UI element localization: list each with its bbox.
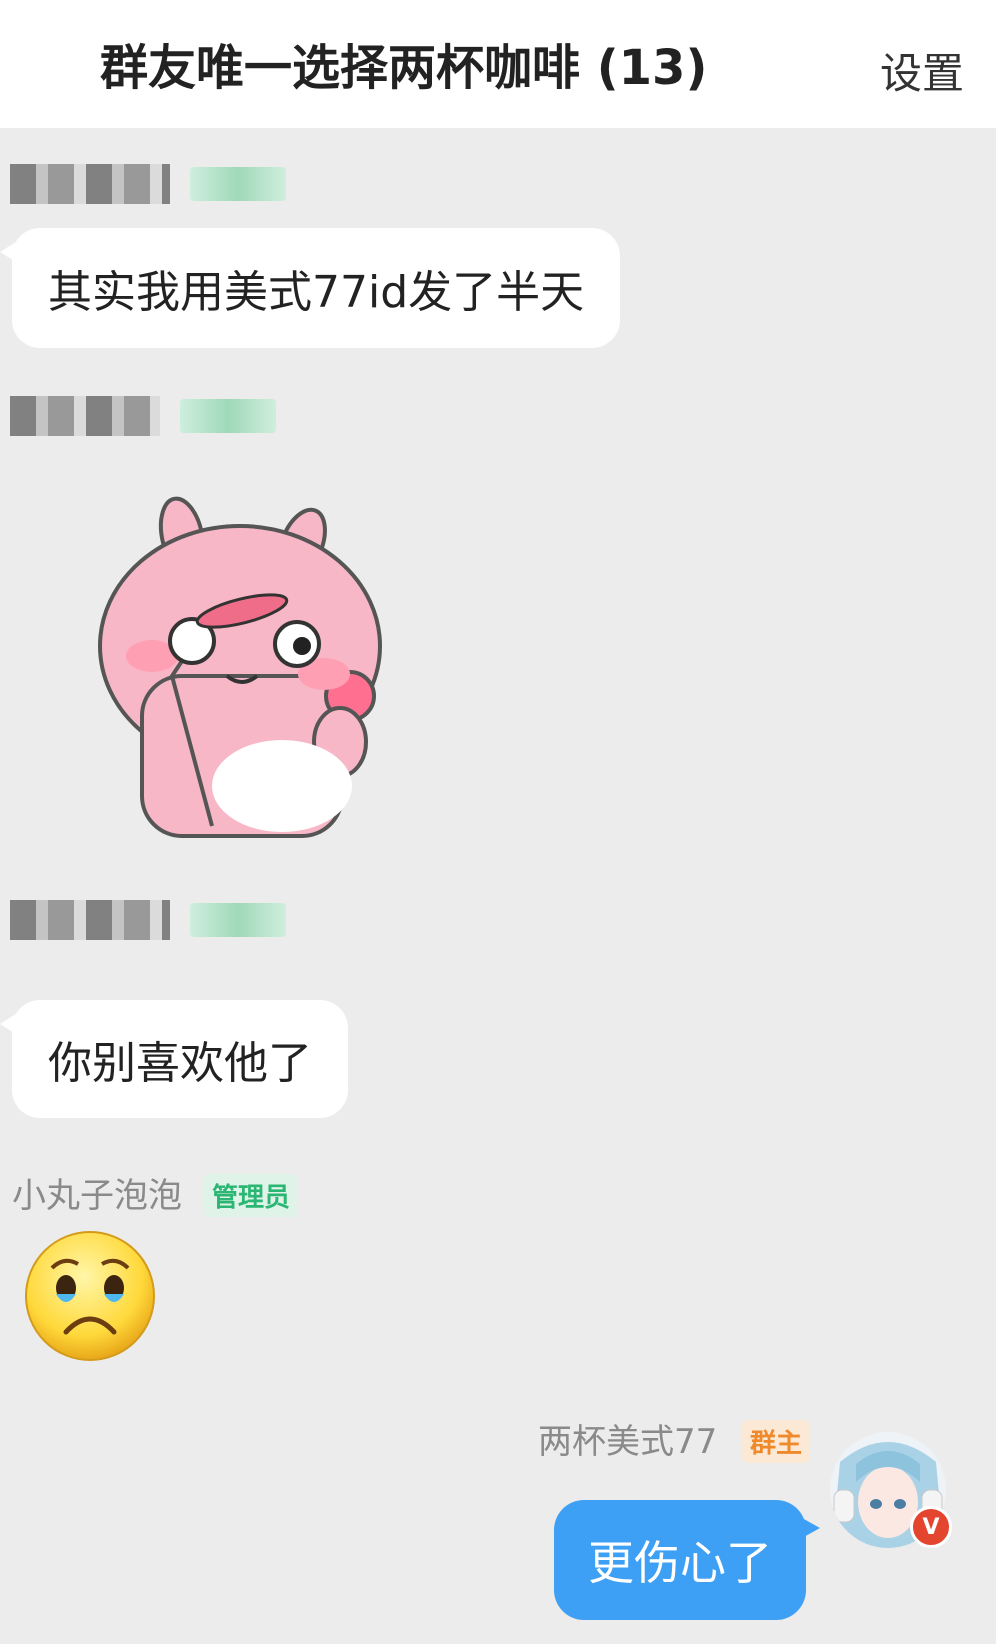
admin-badge: 管理员 (204, 1174, 299, 1217)
pink-bunny-sticker[interactable] (92, 496, 382, 841)
sender-name: 小丸子泡泡 (12, 1176, 182, 1216)
crying-face-emoji[interactable] (22, 1228, 158, 1364)
owner-badge: 群主 (742, 1420, 811, 1463)
message-text: 你别喜欢他了 (48, 1038, 312, 1089)
self-name: 两杯美式77 (538, 1422, 718, 1462)
blurred-badge (180, 399, 276, 433)
blurred-badge (190, 167, 286, 201)
blurred-badge (190, 903, 286, 937)
chat-header: 群友唯一选择两杯咖啡 (13) 设置 (0, 0, 996, 128)
sender-blurred (10, 164, 286, 204)
message-text: 更伤心了 (588, 1536, 772, 1590)
chat-title: 群友唯一选择两杯咖啡 (13) (100, 40, 708, 96)
message-text: 其实我用美式77id发了半天 (48, 267, 585, 318)
self-message-bubble[interactable]: 更伤心了 (554, 1500, 820, 1620)
settings-button[interactable]: 设置 (880, 40, 964, 101)
message-bubble-1[interactable]: 其实我用美式77id发了半天 (0, 228, 621, 348)
verified-badge-icon: V (910, 1506, 952, 1548)
blurred-name (10, 900, 170, 940)
message-bubble-2[interactable]: 你别喜欢他了 (0, 1000, 348, 1118)
blurred-name (10, 164, 170, 204)
sender-blurred (10, 900, 286, 940)
self-avatar[interactable]: V (830, 1432, 952, 1548)
sender-blurred (10, 396, 276, 436)
blurred-name (10, 396, 160, 436)
